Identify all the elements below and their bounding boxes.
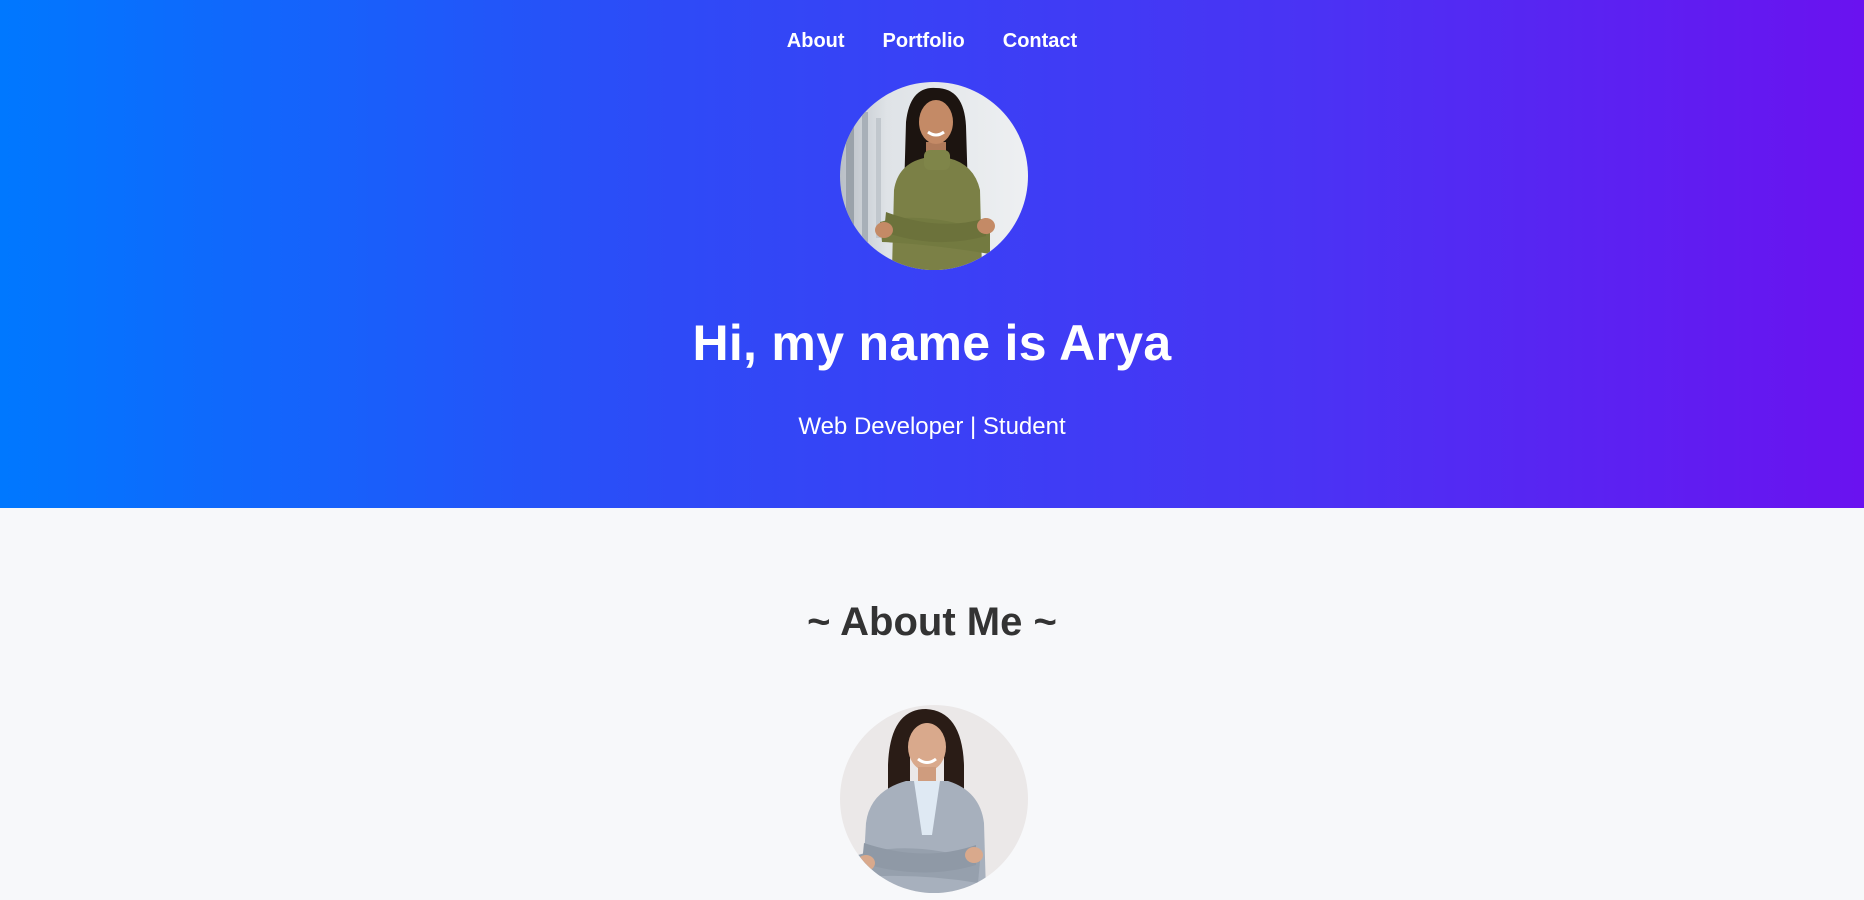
about-section: ~ About Me ~: [0, 508, 1864, 900]
hero-section: About Portfolio Contact Hi, my name is A…: [0, 0, 1864, 508]
about-profile-photo: [840, 705, 1028, 893]
hero-title: Hi, my name is Arya: [692, 315, 1172, 371]
about-title: ~ About Me ~: [807, 600, 1057, 644]
nav-contact-link[interactable]: Contact: [1003, 30, 1077, 53]
hero-profile-photo: [840, 82, 1028, 270]
hero-subtitle: Web Developer | Student: [798, 413, 1066, 440]
top-nav: About Portfolio Contact: [0, 30, 1864, 53]
nav-about-link[interactable]: About: [787, 30, 845, 53]
hero-profile-illustration: [840, 82, 1028, 270]
about-profile-illustration: [840, 705, 1028, 893]
nav-portfolio-link[interactable]: Portfolio: [883, 30, 965, 53]
